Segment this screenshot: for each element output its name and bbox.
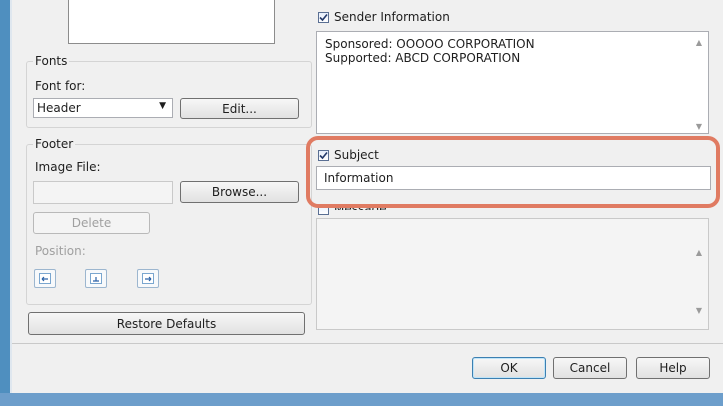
image-file-label: Image File:: [35, 160, 101, 174]
window-frame-bottom: [0, 393, 723, 406]
cancel-button[interactable]: Cancel: [553, 357, 627, 379]
align-center-icon: [90, 273, 102, 284]
sender-info-checkbox[interactable]: [318, 12, 329, 23]
sender-info-line-1: Sponsored: OOOOO CORPORATION: [325, 37, 535, 51]
align-right-button[interactable]: [137, 269, 159, 288]
scroll-down-icon: ▼: [695, 306, 703, 315]
ok-button[interactable]: OK: [472, 357, 546, 379]
delete-button: Delete: [33, 212, 150, 234]
preview-box: [68, 0, 275, 44]
font-for-label: Font for:: [35, 79, 86, 93]
sender-info-line-2: Supported: ABCD CORPORATION: [325, 51, 521, 65]
browse-button[interactable]: Browse...: [180, 181, 299, 203]
edit-button[interactable]: Edit...: [180, 98, 299, 119]
restore-defaults-button[interactable]: Restore Defaults: [28, 312, 305, 335]
scroll-up-icon[interactable]: ▲: [694, 39, 704, 47]
footer-group-label: Footer: [33, 137, 76, 151]
sender-info-textarea[interactable]: Sponsored: OOOOO CORPORATION Supported: …: [316, 31, 709, 134]
chevron-down-icon: ▼: [159, 101, 166, 111]
sender-info-label: Sender Information: [334, 10, 450, 24]
fonts-group-label: Fonts: [33, 54, 70, 68]
message-textarea: ▲ ▼: [316, 218, 709, 330]
font-for-select[interactable]: Header ▼: [33, 98, 173, 118]
align-left-icon: [39, 273, 51, 284]
dialog-separator: [12, 343, 723, 344]
image-file-field: [33, 181, 173, 204]
scroll-down-icon[interactable]: ▼: [694, 123, 704, 131]
window-frame-inner: [10, 0, 12, 406]
help-button[interactable]: Help: [636, 357, 710, 379]
align-right-icon: [142, 273, 154, 284]
scroll-up-icon: ▲: [695, 248, 703, 257]
window-frame-left: [0, 0, 10, 406]
font-for-select-value: Header: [37, 101, 81, 115]
subject-highlight-annotation: [306, 136, 720, 208]
position-label: Position:: [35, 244, 86, 258]
align-center-button[interactable]: [85, 269, 107, 288]
align-left-button[interactable]: [34, 269, 56, 288]
